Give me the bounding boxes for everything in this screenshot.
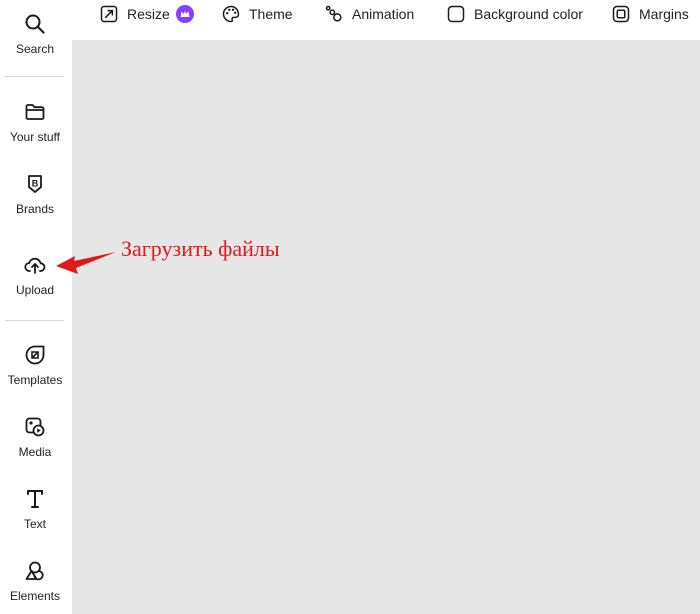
search-icon [25, 14, 45, 34]
background-color-button[interactable]: Background color [446, 0, 583, 28]
animation-label: Animation [352, 6, 415, 22]
upload-annotation: Загрузить файлы [121, 236, 280, 261]
sidebar-item-templates[interactable]: Templates [0, 343, 70, 387]
folder-icon [25, 104, 45, 120]
sidebar-item-label: Media [18, 445, 52, 459]
sidebar-divider [5, 76, 64, 77]
sidebar-item-label: Search [15, 42, 55, 56]
theme-button[interactable]: Theme [221, 0, 293, 28]
media-icon [25, 417, 45, 437]
sidebar-item-search[interactable]: Search [0, 12, 70, 56]
text-icon [27, 490, 43, 508]
margins-button[interactable]: Margins [611, 0, 689, 28]
top-toolbar: Resize Theme Animation Background color [70, 0, 700, 40]
elements-icon [25, 561, 44, 581]
brand-icon: B [28, 175, 42, 193]
annotation-arrow-icon [56, 252, 116, 274]
cloud-upload-icon [24, 257, 46, 274]
premium-badge [175, 5, 194, 23]
resize-button[interactable]: Resize [99, 0, 194, 28]
sidebar-item-label: Text [23, 517, 46, 531]
palette-icon [222, 5, 240, 23]
resize-label: Resize [127, 6, 170, 22]
sidebar-item-label: Your stuff [9, 130, 61, 144]
sidebar-item-elements[interactable]: Elements [0, 559, 70, 603]
resize-icon [100, 5, 118, 23]
crown-icon [180, 10, 190, 17]
color-swatch-icon [447, 5, 465, 23]
theme-label: Theme [249, 6, 293, 22]
sidebar-item-label: Elements [9, 589, 61, 603]
left-sidebar: Search Your stuff B Brands Upload Templa… [0, 0, 70, 614]
margins-label: Margins [639, 6, 689, 22]
sidebar-item-text[interactable]: Text [0, 487, 70, 531]
design-canvas[interactable] [72, 40, 700, 614]
sidebar-item-media[interactable]: Media [0, 415, 70, 459]
svg-text:B: B [32, 179, 39, 189]
sidebar-item-label: Templates [7, 373, 63, 387]
sidebar-item-label: Brands [15, 202, 55, 216]
templates-icon [25, 345, 45, 365]
background-color-label: Background color [474, 6, 583, 22]
sidebar-item-brands[interactable]: B Brands [0, 172, 70, 216]
sidebar-item-label: Upload [15, 283, 55, 297]
margins-icon [612, 5, 630, 23]
animation-button[interactable]: Animation [324, 0, 414, 28]
sidebar-item-your-stuff[interactable]: Your stuff [0, 100, 70, 144]
sidebar-divider [5, 320, 64, 321]
animation-icon [325, 5, 342, 22]
